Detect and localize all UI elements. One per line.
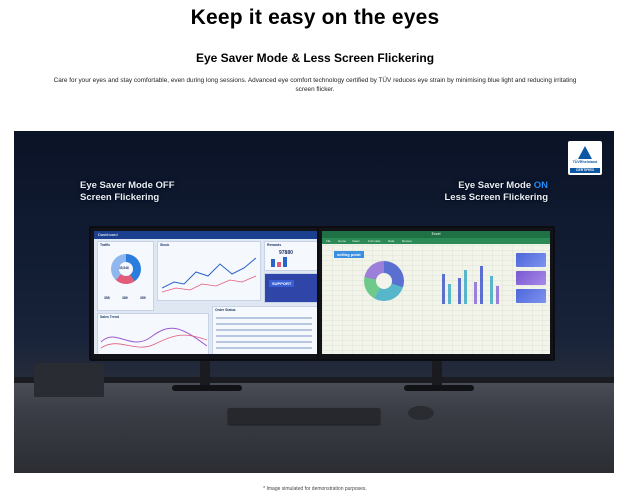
ribbon-tab: File (326, 239, 331, 243)
card-support: SUPPORT (264, 273, 318, 303)
table-row (216, 317, 312, 319)
ribbon-tab: Data (388, 239, 395, 243)
overlay-right-line2: Less Screen Flickering (444, 192, 549, 203)
overlay-left-line1: Eye Saver Mode OFF (80, 180, 175, 191)
rewards-bar (283, 257, 287, 267)
chart-thumbnail (516, 271, 546, 285)
table-row (216, 329, 312, 331)
spreadsheet-bar (480, 266, 483, 304)
cert-brand: TÜVRheinland (572, 160, 598, 164)
screen-left-dashboard: Dashboard Traffic 35,546 358 389 359 Sto… (94, 231, 320, 354)
stat-a: 358 (104, 296, 110, 300)
stock-line-chart (162, 257, 257, 293)
spreadsheet-bar (448, 284, 451, 304)
desk (14, 383, 614, 473)
ribbon-tab: Home (338, 239, 347, 243)
headline: Keep it easy on the eyes (190, 6, 440, 29)
card-sales-trend: Sales Trend (97, 313, 209, 354)
card-stock: Stock (157, 241, 261, 301)
spreadsheet-donut-chart (364, 261, 404, 301)
stat-c: 359 (140, 296, 146, 300)
overlay-right-line1: Eye Saver Mode ON (445, 180, 548, 192)
ribbon-tab: Insert (352, 239, 360, 243)
monitor-left: Dashboard Traffic 35,546 358 389 359 Sto… (89, 226, 325, 361)
rewards-bar (271, 259, 275, 267)
overlay-right-accent: ON (533, 180, 548, 191)
overlay-eye-saver-off: Eye Saver Mode OFF Screen Flickering (80, 180, 175, 204)
spreadsheet-bar (490, 276, 493, 304)
card-order-status: Order Status (212, 306, 318, 354)
screen-right-spreadsheet: Excel File Home Insert Formulas Data Rev… (322, 231, 550, 354)
chart-thumbnail (516, 289, 546, 303)
tuv-certified-badge: TÜVRheinland CERTIFIED (568, 141, 602, 175)
mouse (408, 406, 434, 420)
spreadsheet-titlebar: Excel (322, 231, 550, 238)
card-order-status-label: Order Status (215, 308, 236, 312)
monitor-right-base (404, 385, 474, 391)
donut-value: 35,546 (119, 266, 129, 270)
overlay-left-line2: Screen Flickering (80, 192, 160, 203)
table-row (216, 323, 312, 325)
card-stock-label: Stock (160, 243, 170, 247)
ribbon-tab: Formulas (368, 239, 381, 243)
card-sales-trend-label: Sales Trend (100, 315, 120, 319)
rewards-number: 97880 (279, 250, 293, 256)
rewards-bar (277, 262, 281, 267)
card-rewards: Rewards 97880 (264, 241, 318, 271)
cert-label: CERTIFIED (570, 168, 600, 173)
disclaimer: * Image simulated for demonstration purp… (263, 486, 367, 492)
tuv-logo-icon (578, 146, 592, 159)
spreadsheet-bar (464, 270, 467, 304)
support-label: SUPPORT (269, 280, 295, 287)
monitor-right: Excel File Home Insert Formulas Data Rev… (317, 226, 555, 361)
ribbon-tab: Review (402, 239, 412, 243)
keyboard (228, 408, 380, 424)
card-traffic-label: Traffic (100, 243, 111, 247)
spreadsheet-title: Excel (431, 232, 441, 236)
subheadline: Eye Saver Mode & Less Screen Flickering (195, 51, 435, 65)
chart-thumbnail (516, 253, 546, 267)
table-row (216, 341, 312, 343)
spreadsheet-bar (474, 282, 477, 304)
card-traffic: Traffic 35,546 358 389 359 (97, 241, 154, 311)
table-row (216, 335, 312, 337)
spreadsheet-bar (458, 278, 461, 304)
hero-image: Eye Saver Mode OFF Screen Flickering Eye… (14, 131, 614, 473)
body-copy: Care for your eyes and stay comfortable,… (53, 77, 577, 93)
overlay-right-prefix: Eye Saver Mode (458, 180, 534, 191)
table-row (216, 347, 312, 349)
spreadsheet-bar (442, 274, 445, 304)
stat-b: 389 (122, 296, 128, 300)
selling-point-badge: selling point (334, 251, 364, 258)
desk-lamp (34, 363, 104, 397)
overlay-eye-saver-on: Eye Saver Mode ON Less Screen Flickering (445, 180, 549, 204)
card-rewards-label: Rewards (267, 243, 282, 247)
monitor-left-base (172, 385, 242, 391)
dashboard-header: Dashboard (94, 231, 320, 239)
sales-trend-chart (101, 327, 207, 349)
dashboard-title: Dashboard (98, 232, 118, 237)
spreadsheet-bar (496, 286, 499, 304)
